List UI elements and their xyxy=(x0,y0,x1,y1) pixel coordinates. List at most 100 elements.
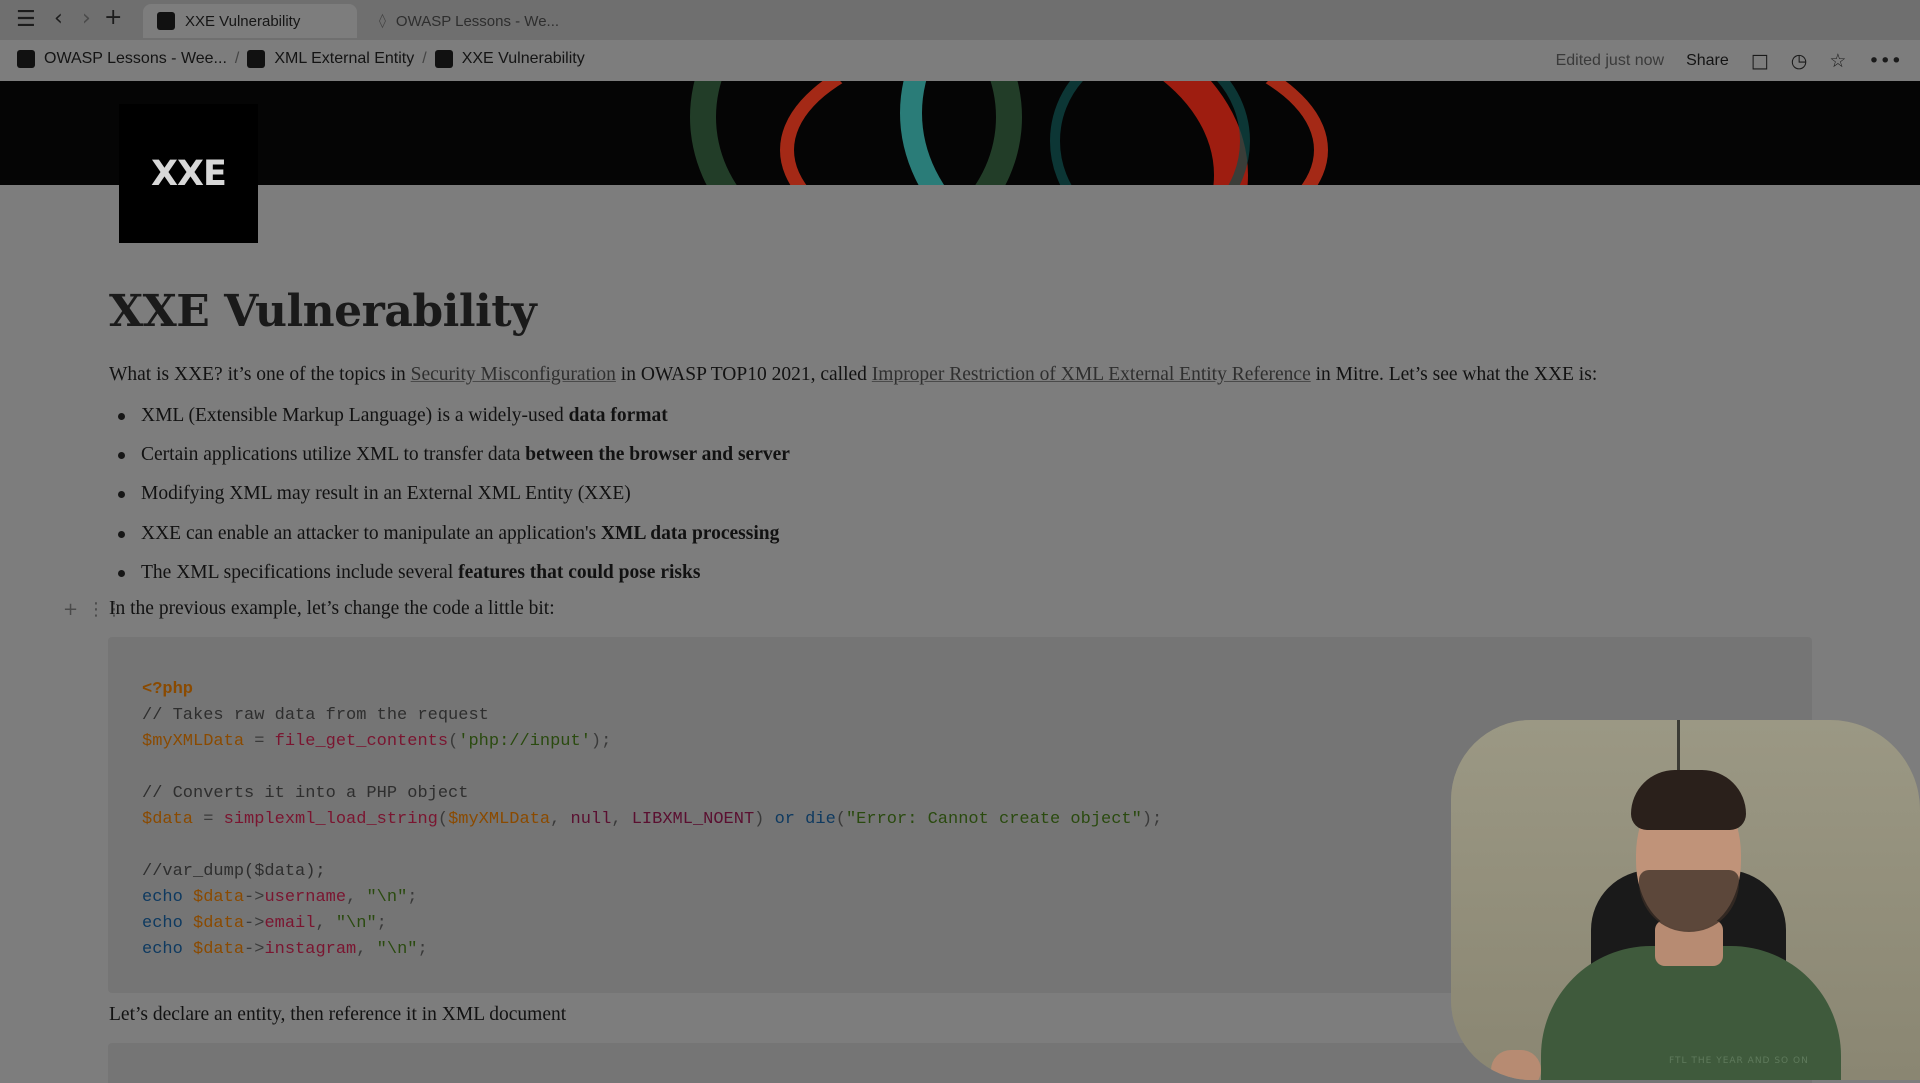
code-token: "Error: Cannot create object" xyxy=(845,810,1142,829)
forward-arrow-icon[interactable]: › xyxy=(82,8,91,30)
bullet-text: XML (Extensible Markup Language) is a wi… xyxy=(141,405,569,426)
webcam-presenter-hand xyxy=(1491,1050,1541,1080)
menu-icon[interactable]: ☰ xyxy=(16,9,36,31)
more-options-icon[interactable]: ••• xyxy=(1868,50,1902,72)
code-token: ); xyxy=(1141,810,1163,829)
tab-label: XXE Vulnerability xyxy=(185,12,301,30)
code-line: <?php xyxy=(142,679,193,701)
breadcrumb-item-xml-external-entity[interactable]: XML External Entity xyxy=(247,50,414,68)
bullet-bold-text: data format xyxy=(568,405,668,426)
code-token: echo xyxy=(142,940,183,959)
paragraph-declare-entity[interactable]: Let’s declare an entity, then reference … xyxy=(109,1004,566,1026)
code-token: $data xyxy=(193,914,245,933)
code-token: or xyxy=(774,810,795,829)
code-token: ; xyxy=(417,940,428,959)
code-token: -> xyxy=(244,914,265,933)
intro-text: What is XXE? it’s one of the topics in xyxy=(109,364,411,385)
breadcrumb-label: XML External Entity xyxy=(274,50,415,67)
page-icon xyxy=(17,50,35,68)
code-line: echo $data->username, "\n"; xyxy=(142,887,417,909)
bullet-text: XXE can enable an attacker to manipulate… xyxy=(141,522,601,544)
new-tab-plus-icon[interactable]: + xyxy=(104,7,122,29)
intro-text: in OWASP TOP10 2021, called xyxy=(615,364,872,385)
topbar-actions: Edited just now Share □ ◷ ☆ ••• xyxy=(1556,40,1902,81)
code-token: ) xyxy=(754,810,775,829)
list-item: XML (Extensible Markup Language) is a wi… xyxy=(109,400,790,439)
code-token: , xyxy=(356,940,377,959)
breadcrumb-item-owasp-lessons[interactable]: OWASP Lessons - Wee... xyxy=(17,50,227,68)
code-token: simplexml_load_string xyxy=(223,810,438,829)
history-clock-icon[interactable]: ◷ xyxy=(1791,50,1808,72)
tab-xxe-vulnerability[interactable]: XXE Vulnerability xyxy=(143,4,357,38)
bullet-list: XML (Extensible Markup Language) is a wi… xyxy=(109,400,790,596)
security-misconfiguration-link[interactable]: Security Misconfiguration xyxy=(411,364,616,385)
code-token: , xyxy=(550,810,571,829)
code-token: ( xyxy=(437,810,449,829)
code-token: "\n" xyxy=(376,940,418,959)
mitre-improper-restriction-link[interactable]: Improper Restriction of XML External Ent… xyxy=(872,364,1311,385)
code-token: //var_dump($data); xyxy=(142,862,326,881)
bullet-bold-text: features that could pose risks xyxy=(458,561,701,583)
page-favicon-icon xyxy=(157,12,175,30)
code-token: $data xyxy=(193,888,245,907)
code-token: $myXMLData xyxy=(142,732,245,751)
intro-text: in Mitre. Let’s see what the XXE is: xyxy=(1310,364,1598,385)
bullet-text: The XML specifications include several xyxy=(141,561,459,583)
code-token: ; xyxy=(407,888,418,907)
list-item: Certain applications utilize XML to tran… xyxy=(109,439,790,478)
code-token: $data xyxy=(142,810,194,829)
code-line: echo $data->instagram, "\n"; xyxy=(142,939,428,961)
code-line: //var_dump($data); xyxy=(142,861,326,883)
favorite-star-icon[interactable]: ☆ xyxy=(1829,50,1846,72)
code-token: , xyxy=(315,914,336,933)
back-arrow-icon[interactable]: ‹ xyxy=(54,8,63,30)
list-item: The XML specifications include several f… xyxy=(109,557,790,596)
code-line: $data = simplexml_load_string($myXMLData… xyxy=(142,809,1162,831)
code-token: instagram xyxy=(264,940,357,959)
code-token: echo xyxy=(142,888,183,907)
code-token: 'php://input' xyxy=(458,732,591,751)
notion-logo-icon: ◊ xyxy=(379,13,386,29)
edited-status: Edited just now xyxy=(1555,51,1665,69)
intro-paragraph: What is XXE? it’s one of the topics in S… xyxy=(109,364,1597,386)
code-token: file_get_contents xyxy=(274,732,449,751)
code-token: ); xyxy=(590,732,612,751)
paragraph-change-code[interactable]: In the previous example, let’s change th… xyxy=(109,598,555,620)
page-icon xyxy=(434,50,453,68)
list-item: XXE can enable an attacker to manipulate… xyxy=(109,518,790,557)
code-token: , xyxy=(346,888,367,907)
code-line: echo $data->email, "\n"; xyxy=(142,913,387,935)
code-token: = xyxy=(193,810,224,829)
list-item: Modifying XML may result in an External … xyxy=(109,478,790,517)
code-token: ( xyxy=(835,810,846,829)
code-token: LIBXML_NOENT xyxy=(631,810,755,829)
bullet-bold-text: XML data processing xyxy=(600,522,780,544)
code-token: $myXMLData xyxy=(448,810,551,829)
code-token: username xyxy=(264,888,347,907)
comments-icon[interactable]: □ xyxy=(1751,50,1769,72)
code-token: // Converts it into a PHP object xyxy=(142,784,469,803)
code-token: die xyxy=(805,810,836,829)
bullet-text: Modifying XML may result in an External … xyxy=(141,483,631,505)
bullet-text: Certain applications utilize XML to tran… xyxy=(141,444,526,466)
presenter-webcam-video: FTL THE YEAR AND SO ON xyxy=(1451,720,1920,1080)
page-cover-image xyxy=(0,81,1920,185)
code-line: // Converts it into a PHP object xyxy=(142,783,468,805)
tab-owasp-lessons[interactable]: ◊ OWASP Lessons - We... xyxy=(365,4,585,38)
page-title: XXE Vulnerability xyxy=(109,286,537,337)
breadcrumb-label: XXE Vulnerability xyxy=(461,50,585,67)
code-token: = xyxy=(244,732,275,751)
browser-tab-bar: ☰ ‹ › + XXE Vulnerability ◊ OWASP Lesson… xyxy=(0,0,1920,40)
code-token: "\n" xyxy=(366,888,408,907)
breadcrumb: OWASP Lessons - Wee... / XML External En… xyxy=(17,50,585,68)
breadcrumb-item-xxe-vulnerability[interactable]: XXE Vulnerability xyxy=(434,50,585,68)
page-topbar: OWASP Lessons - Wee... / XML External En… xyxy=(0,40,1920,81)
share-button[interactable]: Share xyxy=(1686,52,1729,70)
code-line: $myXMLData = file_get_contents('php://in… xyxy=(142,731,611,753)
add-block-plus-icon[interactable]: + xyxy=(63,599,78,620)
webcam-presenter-hair xyxy=(1631,770,1746,830)
page-icon-xxe-logo: XXE xyxy=(119,104,258,243)
code-token: "\n" xyxy=(335,914,377,933)
code-token: , xyxy=(611,810,632,829)
code-token: ( xyxy=(448,732,459,751)
